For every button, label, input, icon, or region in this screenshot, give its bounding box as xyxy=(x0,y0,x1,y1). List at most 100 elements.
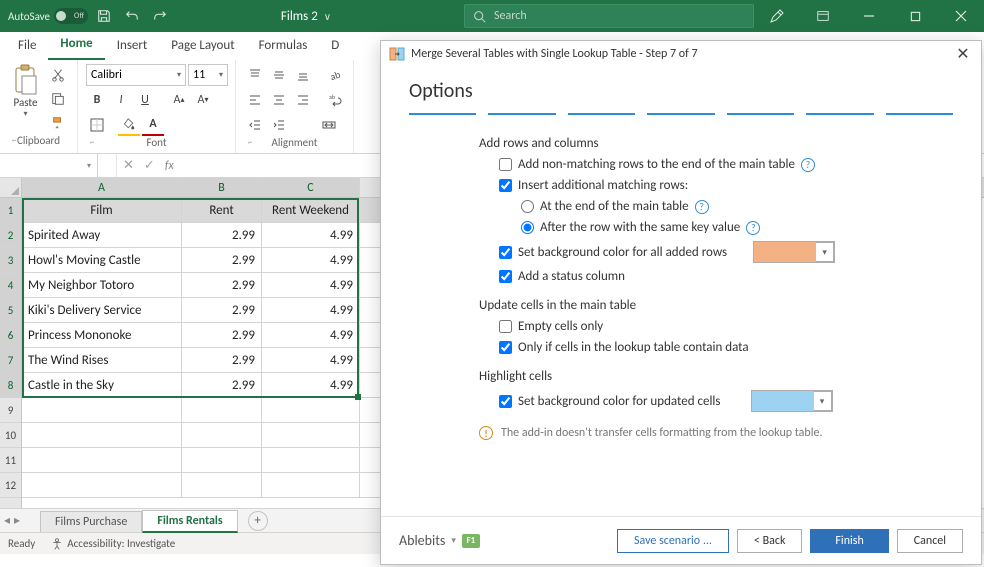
merge-center-icon[interactable] xyxy=(318,114,340,136)
ribbon-display-icon[interactable] xyxy=(800,0,846,32)
cancel-button[interactable]: Cancel xyxy=(897,529,963,553)
sheet-tab-rentals[interactable]: Films Rentals xyxy=(142,510,237,533)
data-cell[interactable]: 2.99 xyxy=(182,223,262,248)
row-header-11[interactable]: 11 xyxy=(0,448,21,473)
column-header-B[interactable]: B xyxy=(182,178,262,197)
checkbox-empty-only[interactable] xyxy=(499,320,512,333)
increase-font-icon[interactable]: A▴ xyxy=(168,89,190,111)
data-cell[interactable]: 4.99 xyxy=(262,248,360,273)
autosave-toggle[interactable]: Off xyxy=(54,8,88,24)
data-cell[interactable]: 2.99 xyxy=(182,323,262,348)
row-header-12[interactable]: 12 xyxy=(0,473,21,498)
data-cell[interactable]: 4.99 xyxy=(262,298,360,323)
row-header-6[interactable]: 6 xyxy=(0,323,21,348)
font-color-icon[interactable]: A xyxy=(142,114,164,136)
row-header-9[interactable]: 9 xyxy=(0,398,21,423)
save-icon[interactable] xyxy=(92,4,116,28)
data-cell[interactable] xyxy=(22,398,182,423)
help-icon[interactable]: ? xyxy=(801,158,815,172)
data-cell[interactable] xyxy=(262,423,360,448)
data-cell[interactable] xyxy=(262,473,360,498)
option-bgcolor-added[interactable]: Set background color for all added rows … xyxy=(499,241,953,263)
wrap-text-icon[interactable]: ab xyxy=(324,89,346,111)
decrease-indent-icon[interactable] xyxy=(244,114,266,136)
font-launcher-icon[interactable]: ⌐ xyxy=(90,137,231,148)
new-sheet-button[interactable]: + xyxy=(248,511,268,531)
data-cell[interactable] xyxy=(182,398,262,423)
data-cell[interactable]: My Neighbor Totoro xyxy=(22,273,182,298)
clipboard-launcher-icon[interactable]: ⌐ xyxy=(12,135,73,146)
row-header-7[interactable]: 7 xyxy=(0,348,21,373)
alignment-launcher-icon[interactable]: ⌐ xyxy=(248,137,349,148)
data-cell[interactable]: Castle in the Sky xyxy=(22,373,182,398)
color-swatch-updated[interactable] xyxy=(752,391,814,411)
row-header-8[interactable]: 8 xyxy=(0,373,21,398)
borders-icon[interactable] xyxy=(86,114,108,136)
align-left-icon[interactable] xyxy=(244,89,266,111)
data-cell[interactable] xyxy=(22,448,182,473)
header-cell[interactable]: Rent Weekend xyxy=(262,198,360,223)
option-insert-matching[interactable]: Insert additional matching rows: xyxy=(499,178,953,193)
accessibility-status[interactable]: Accessibility: Investigate xyxy=(51,537,175,550)
undo-icon[interactable] xyxy=(120,4,144,28)
format-painter-icon[interactable] xyxy=(47,112,69,134)
close-button[interactable] xyxy=(938,0,984,32)
checkbox-bgcolor-added[interactable] xyxy=(499,246,512,259)
pen-icon[interactable] xyxy=(754,0,800,32)
color-swatch-added[interactable] xyxy=(754,242,816,262)
row-header-3[interactable]: 3 xyxy=(0,248,21,273)
help-icon[interactable]: ? xyxy=(695,200,709,214)
decrease-font-icon[interactable]: A▾ xyxy=(192,89,214,111)
row-header-10[interactable]: 10 xyxy=(0,423,21,448)
checkbox-nonmatching[interactable] xyxy=(499,158,512,171)
paste-button[interactable]: Paste ▾ xyxy=(8,64,43,119)
data-cell[interactable]: The Wind Rises xyxy=(22,348,182,373)
help-f1-icon[interactable]: F1 xyxy=(462,534,480,548)
cancel-formula-icon[interactable]: ✕ xyxy=(123,158,134,173)
header-cell[interactable]: Film xyxy=(22,198,182,223)
tab-insert[interactable]: Insert xyxy=(105,33,160,60)
radio-after-input[interactable] xyxy=(521,221,534,234)
option-nonmatching-rows[interactable]: Add non-matching rows to the end of the … xyxy=(499,157,953,172)
prev-sheet-icon[interactable]: ◂ xyxy=(4,513,10,528)
minimize-button[interactable] xyxy=(846,0,892,32)
data-cell[interactable]: 2.99 xyxy=(182,273,262,298)
save-scenario-button[interactable]: Save scenario ... xyxy=(617,529,729,553)
data-cell[interactable]: 4.99 xyxy=(262,323,360,348)
tab-home[interactable]: Home xyxy=(48,31,104,60)
data-cell[interactable]: Princess Mononoke xyxy=(22,323,182,348)
data-cell[interactable]: Howl's Moving Castle xyxy=(22,248,182,273)
italic-button[interactable]: I xyxy=(110,89,132,111)
fx-icon[interactable]: fx xyxy=(165,159,174,173)
align-center-icon[interactable] xyxy=(268,89,290,111)
data-cell[interactable]: 4.99 xyxy=(262,223,360,248)
row-header-2[interactable]: 2 xyxy=(0,223,21,248)
column-header-A[interactable]: A xyxy=(22,178,182,197)
copy-icon[interactable] xyxy=(47,88,69,110)
checkbox-status-column[interactable] xyxy=(499,270,512,283)
chevron-down-icon[interactable]: ▾ xyxy=(451,535,456,546)
help-icon[interactable]: ? xyxy=(746,221,760,235)
underline-button[interactable]: U xyxy=(134,89,156,111)
name-box[interactable]: ▾ xyxy=(0,154,98,177)
row-header-5[interactable]: 5 xyxy=(0,298,21,323)
checkbox-only-if-data[interactable] xyxy=(499,341,512,354)
data-cell[interactable] xyxy=(182,448,262,473)
cut-icon[interactable] xyxy=(47,64,69,86)
font-name-select[interactable]: Calibri▾ xyxy=(86,64,186,86)
data-cell[interactable] xyxy=(182,473,262,498)
column-header-C[interactable]: C xyxy=(262,178,360,197)
select-all-corner[interactable] xyxy=(0,178,21,198)
data-cell[interactable]: 2.99 xyxy=(182,248,262,273)
data-cell[interactable]: Kiki's Delivery Service xyxy=(22,298,182,323)
radio-at-end[interactable]: At the end of the main table ? xyxy=(521,199,953,214)
finish-button[interactable]: Finish xyxy=(810,529,888,553)
close-pane-button[interactable]: ✕ xyxy=(953,44,973,64)
checkbox-insert-matching[interactable] xyxy=(499,179,512,192)
data-cell[interactable] xyxy=(22,473,182,498)
fill-color-icon[interactable] xyxy=(118,114,140,136)
align-bottom-icon[interactable] xyxy=(292,64,314,86)
color-dropdown-updated[interactable]: ▾ xyxy=(814,391,832,411)
color-dropdown-added[interactable]: ▾ xyxy=(816,242,834,262)
tab-data-cut[interactable]: D xyxy=(319,33,351,60)
